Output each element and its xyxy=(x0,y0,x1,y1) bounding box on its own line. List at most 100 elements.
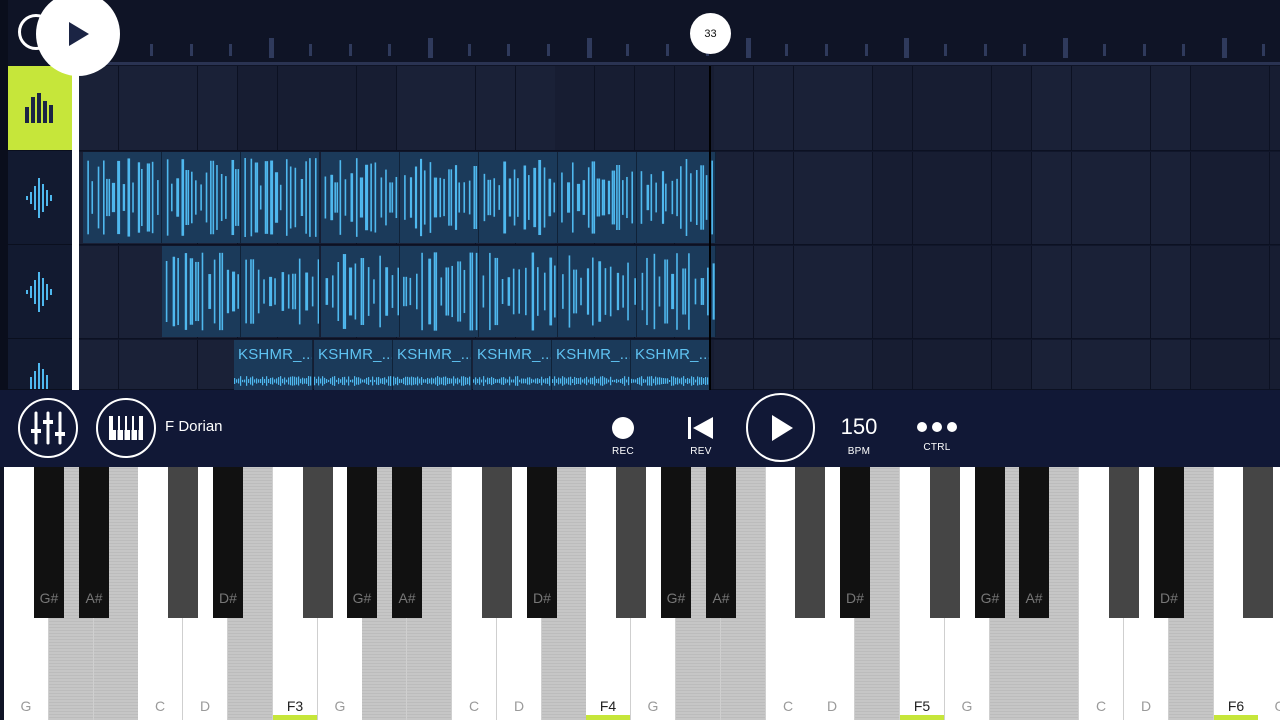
grid-cell[interactable] xyxy=(1270,152,1280,245)
track-head-audio-2[interactable] xyxy=(8,246,72,339)
timeline-ruler[interactable] xyxy=(0,0,1280,66)
grid-cell[interactable] xyxy=(1230,340,1270,390)
grid-cell[interactable] xyxy=(158,66,198,151)
track-head-pattern[interactable] xyxy=(8,66,72,151)
playlist-scroll-bar[interactable] xyxy=(72,66,79,390)
grid-cell[interactable] xyxy=(952,66,992,151)
black-key[interactable] xyxy=(1243,467,1273,618)
grid-cell[interactable] xyxy=(794,246,834,339)
black-key[interactable] xyxy=(930,467,960,618)
grid-cell[interactable] xyxy=(635,66,675,151)
grid-cell[interactable] xyxy=(79,66,119,151)
grid-cell[interactable] xyxy=(476,66,516,151)
audio-clip[interactable] xyxy=(637,246,716,337)
grid-cell[interactable] xyxy=(1230,246,1270,339)
grid-cell[interactable] xyxy=(913,152,953,245)
audio-clip[interactable] xyxy=(479,246,558,337)
grid-cell[interactable] xyxy=(992,66,1032,151)
black-key[interactable] xyxy=(795,467,825,618)
grid-cell[interactable] xyxy=(714,152,754,245)
grid-cell[interactable] xyxy=(1072,340,1112,390)
grid-cell[interactable] xyxy=(198,340,238,390)
sample-clip[interactable]: KSHMR_... xyxy=(473,340,552,390)
audio-clip[interactable] xyxy=(558,246,637,337)
grid-cell[interactable] xyxy=(158,340,198,390)
grid-cell[interactable] xyxy=(1032,152,1072,245)
black-key[interactable]: A# xyxy=(392,467,422,618)
audio-clip[interactable] xyxy=(400,246,479,337)
grid-cell[interactable] xyxy=(794,66,834,151)
black-key[interactable] xyxy=(168,467,198,618)
position-marker[interactable]: 33 xyxy=(690,13,731,54)
grid-cell[interactable] xyxy=(873,340,913,390)
grid-cell[interactable] xyxy=(1230,66,1270,151)
sample-clip[interactable]: KSHMR_... xyxy=(234,340,313,390)
grid-cell[interactable] xyxy=(794,340,834,390)
grid-cell[interactable] xyxy=(1111,246,1151,339)
black-key[interactable] xyxy=(303,467,333,618)
grid-cell[interactable] xyxy=(913,340,953,390)
grid-cell[interactable] xyxy=(1230,152,1270,245)
audio-clip[interactable] xyxy=(321,246,400,337)
grid-cell[interactable] xyxy=(1032,340,1072,390)
grid-cell[interactable] xyxy=(1151,246,1191,339)
grid-cell[interactable] xyxy=(913,246,953,339)
grid-cell[interactable] xyxy=(992,152,1032,245)
grid-cell[interactable] xyxy=(555,66,595,151)
grid-cell[interactable] xyxy=(79,246,119,339)
grid-cell[interactable] xyxy=(714,340,754,390)
grid-cell[interactable] xyxy=(1032,66,1072,151)
audio-clip[interactable] xyxy=(162,246,241,337)
black-key[interactable] xyxy=(1109,467,1139,618)
grid-cell[interactable] xyxy=(833,340,873,390)
audio-clip[interactable] xyxy=(321,152,400,243)
grid-cell[interactable] xyxy=(1151,152,1191,245)
play-button[interactable] xyxy=(746,393,815,462)
black-key[interactable]: G# xyxy=(347,467,377,618)
grid-cell[interactable] xyxy=(1191,152,1231,245)
scale-selector[interactable]: F Dorian xyxy=(165,418,223,435)
grid-cell[interactable] xyxy=(397,66,437,151)
black-key[interactable]: D# xyxy=(527,467,557,618)
sample-clip[interactable]: KSHMR_... xyxy=(552,340,631,390)
grid-cell[interactable] xyxy=(1151,340,1191,390)
grid-cell[interactable] xyxy=(198,66,238,151)
piano-keys-button[interactable] xyxy=(96,398,156,458)
audio-clip[interactable] xyxy=(479,152,558,243)
grid-cell[interactable] xyxy=(952,340,992,390)
audio-clip[interactable] xyxy=(241,152,320,243)
rev-button[interactable]: REV xyxy=(681,416,721,457)
grid-cell[interactable] xyxy=(595,66,635,151)
grid-cell[interactable] xyxy=(1111,340,1151,390)
black-key[interactable]: G# xyxy=(975,467,1005,618)
grid-cell[interactable] xyxy=(794,152,834,245)
black-key[interactable]: D# xyxy=(1154,467,1184,618)
grid-cell[interactable] xyxy=(1151,66,1191,151)
grid-cell[interactable] xyxy=(1032,246,1072,339)
audio-clip[interactable] xyxy=(400,152,479,243)
grid-cell[interactable] xyxy=(913,66,953,151)
audio-clip[interactable] xyxy=(162,152,241,243)
audio-clip[interactable] xyxy=(241,246,320,337)
grid-cell[interactable] xyxy=(1270,66,1280,151)
grid-cell[interactable] xyxy=(714,66,754,151)
sample-clip[interactable]: KSHMR_... xyxy=(393,340,472,390)
audio-clip[interactable] xyxy=(637,152,716,243)
black-key[interactable] xyxy=(616,467,646,618)
black-key[interactable]: A# xyxy=(79,467,109,618)
black-key[interactable]: G# xyxy=(661,467,691,618)
grid-cell[interactable] xyxy=(833,152,873,245)
grid-cell[interactable] xyxy=(1111,66,1151,151)
grid-cell[interactable] xyxy=(516,66,556,151)
grid-cell[interactable] xyxy=(714,246,754,339)
grid-cell[interactable] xyxy=(992,246,1032,339)
black-key[interactable]: G# xyxy=(34,467,64,618)
grid-cell[interactable] xyxy=(1270,246,1280,339)
grid-cell[interactable] xyxy=(238,66,278,151)
grid-cell[interactable] xyxy=(952,152,992,245)
sample-clip[interactable]: KSHMR_... xyxy=(631,340,710,390)
grid-cell[interactable] xyxy=(1072,66,1112,151)
grid-cell[interactable] xyxy=(1072,152,1112,245)
grid-cell[interactable] xyxy=(992,340,1032,390)
grid-cell[interactable] xyxy=(1191,246,1231,339)
